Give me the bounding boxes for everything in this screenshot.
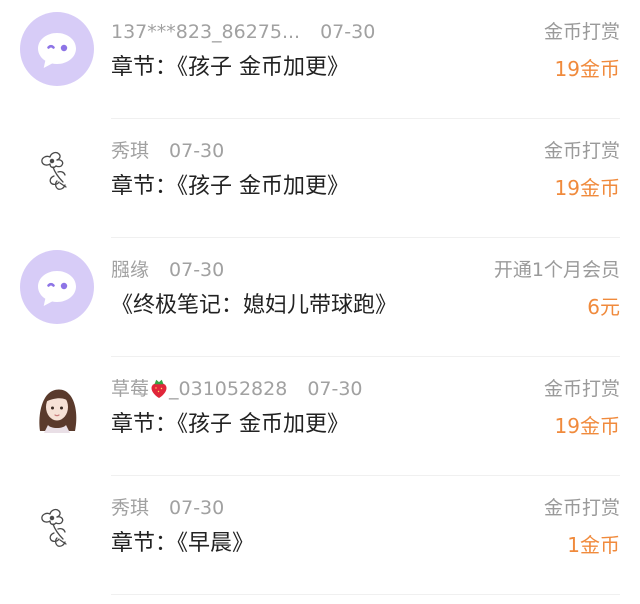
reward-amount: 19金币 — [554, 176, 620, 200]
reward-amount: 19金币 — [554, 57, 620, 81]
record-date: 07-30 — [169, 497, 225, 519]
reward-type: 金币打赏 — [543, 378, 620, 400]
record-meta: 秀琪 07-30 — [111, 137, 224, 165]
record-meta: 秀琪 07-30 — [111, 494, 224, 522]
avatar[interactable] — [20, 12, 94, 86]
record-detail: 章节：《早晨》 — [111, 531, 255, 556]
reward-amount: 19金币 — [554, 414, 620, 438]
reward-type: 金币打赏 — [543, 140, 620, 162]
list-item[interactable]: 秀琪 07-30 章节：《早晨》 金币打赏 1金币 — [0, 476, 640, 595]
reward-type: 金币打赏 — [543, 21, 620, 43]
list-item[interactable]: 秀琪 07-30 章节：《孩子 金币加更》 金币打赏 19金币 — [0, 119, 640, 238]
flower-sketch-icon — [41, 508, 67, 547]
strawberry-icon — [149, 378, 169, 407]
record-detail: 章节：《孩子 金币加更》 — [111, 55, 349, 80]
list-item[interactable]: 草莓 _031052828 07-30 章节：《孩子 金币加更》 金币打赏 19金币 — [0, 357, 640, 476]
record-date: 07-30 — [307, 378, 363, 400]
record-detail: 章节：《孩子 金币加更》 — [111, 174, 349, 199]
reward-amount: 1金币 — [567, 533, 620, 557]
list-item[interactable]: 137***823_86275... 07-30 章节：《孩子 金币加更》 金币打… — [0, 0, 640, 119]
username[interactable]: 膙缘 — [111, 256, 149, 284]
record-detail: 章节：《孩子 金币加更》 — [111, 412, 349, 437]
avatar[interactable] — [20, 250, 94, 324]
list-item[interactable]: 膙缘 07-30 《终极笔记：媳妇儿带球跑》 开通1个月会员 6元 — [0, 238, 640, 357]
flower-sketch-icon — [41, 151, 67, 190]
record-date: 07-30 — [169, 259, 225, 281]
username-text: 草莓 — [111, 378, 150, 400]
reward-type: 开通1个月会员 — [493, 259, 620, 281]
row-divider — [111, 594, 620, 595]
avatar[interactable] — [20, 488, 94, 562]
chat-bubble-icon — [38, 271, 76, 306]
username[interactable]: 秀琪 — [111, 494, 149, 522]
avatar[interactable] — [20, 369, 94, 443]
girl-portrait-icon — [39, 389, 77, 433]
chat-bubble-icon — [38, 33, 76, 68]
avatar[interactable] — [20, 131, 94, 205]
reward-amount: 6元 — [587, 295, 620, 319]
username[interactable]: 秀琪 — [111, 137, 149, 165]
record-date: 07-30 — [320, 21, 376, 43]
username[interactable]: 草莓 _031052828 — [111, 378, 287, 400]
username-suffix: _031052828 — [169, 378, 288, 400]
record-meta: 膙缘 07-30 — [111, 256, 224, 284]
record-meta: 草莓 _031052828 07-30 — [111, 375, 363, 403]
username[interactable]: 137***823_86275... — [111, 18, 300, 46]
reward-type: 金币打赏 — [543, 497, 620, 519]
record-date: 07-30 — [169, 140, 225, 162]
record-detail: 《终极笔记：媳妇儿带球跑》 — [111, 293, 398, 318]
record-meta: 137***823_86275... 07-30 — [111, 18, 375, 46]
